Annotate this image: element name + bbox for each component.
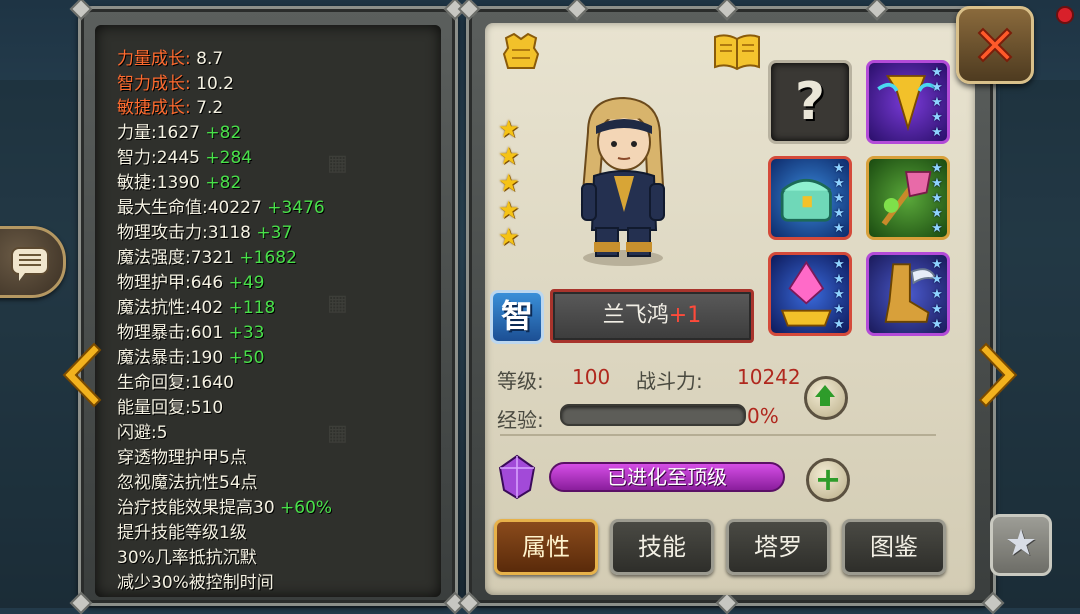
item-stars: ★ ★ ★ ★ ★: [833, 257, 845, 332]
stat-row: 闪避:5: [117, 422, 168, 443]
equipment-slot-empty[interactable]: ?: [768, 60, 852, 144]
item-stars: ★ ★ ★ ★ ★: [833, 161, 845, 236]
stat-row: 敏捷:1390 +82: [117, 172, 242, 193]
tab-tarot[interactable]: 塔罗: [726, 519, 830, 575]
item-stars: ★ ★ ★ ★ ★: [931, 65, 943, 140]
book-icon[interactable]: [712, 33, 762, 71]
close-button[interactable]: [956, 6, 1034, 84]
effect-row: 30%几率抵抗沉默: [117, 547, 257, 568]
effect-row: 穿透物理护甲5点: [117, 447, 247, 468]
growth-row: 力量成长: 8.7: [117, 49, 224, 69]
stat-row: 物理暴击:601 +33: [117, 322, 265, 343]
star-icon: ★: [1004, 523, 1038, 564]
star-icon: ★: [498, 115, 520, 143]
exp-bar: [560, 404, 746, 426]
tab-attributes[interactable]: 属性: [494, 519, 598, 575]
plus-icon: +: [814, 460, 842, 498]
notification-dot: [1056, 6, 1074, 24]
hero-star-rating: ★ ★ ★ ★ ★: [498, 116, 524, 251]
equipment-slot-golden-staff[interactable]: ★ ★ ★ ★ ★: [866, 60, 950, 144]
stat-row: 智力:2445 +284: [117, 147, 253, 168]
stat-row: 魔法强度:7321 +1682: [117, 247, 297, 268]
effect-row: 忽视魔法抗性54点: [117, 472, 258, 493]
stats-scroll-area[interactable]: ▦ ▦ ▦ 力量成长: 8.7 智力成长: 10.2 敏捷成长: 7.2 力量:…: [95, 25, 441, 597]
growth-row: 智力成长: 10.2: [117, 73, 234, 94]
effect-row: 提升技能等级1级: [117, 522, 247, 543]
exp-label: 经验:: [497, 408, 544, 432]
star-button[interactable]: ★: [990, 514, 1052, 576]
star-icon: ★: [498, 142, 520, 170]
stat-row: 魔法抗性:402 +118: [117, 297, 276, 318]
stat-row: 物理攻击力:3118 +37: [117, 222, 293, 243]
purple-gem-icon: [498, 454, 536, 500]
hero-type-badge: 智: [490, 290, 544, 344]
item-stars: ★ ★ ★ ★ ★: [931, 161, 943, 236]
stats-list: 力量成长: 8.7 智力成长: 10.2 敏捷成长: 7.2 力量:1627 +…: [117, 47, 332, 596]
stats-panel: ▦ ▦ ▦ 力量成长: 8.7 智力成长: 10.2 敏捷成长: 7.2 力量:…: [69, 0, 467, 614]
equipment-slot-emerald-scepter[interactable]: ★ ★ ★ ★ ★: [866, 156, 950, 240]
tab-skills[interactable]: 技能: [610, 519, 714, 575]
divider: [500, 434, 936, 436]
arrow-right-icon[interactable]: [978, 340, 1026, 410]
growth-row: 敏捷成长: 7.2: [117, 98, 224, 118]
hero-name: 兰飞鸿: [602, 303, 669, 328]
power-value: 10242: [737, 365, 801, 389]
stat-row: 能量回复:510: [117, 397, 224, 418]
equipment-slot-winged-boots[interactable]: ★ ★ ★ ★ ★: [866, 252, 950, 336]
stat-row: 力量:1627 +82: [117, 122, 242, 143]
stat-row: 最大生命值:40227 +3476: [117, 197, 325, 218]
hero-name-plate: 兰飞鸿+1: [550, 289, 754, 343]
hero-portrait[interactable]: [568, 92, 678, 270]
hero-rank-plus: +1: [668, 303, 702, 328]
close-x-icon: [977, 27, 1013, 63]
effect-row: 减少30%被控制时间: [117, 572, 274, 593]
stat-row: 生命回复:1640: [117, 372, 234, 393]
level-value: 100: [572, 365, 611, 389]
evolve-status-bar: 已进化至顶级: [549, 462, 785, 492]
tab-codex[interactable]: 图鉴: [842, 519, 946, 575]
question-mark-icon: ?: [794, 72, 826, 132]
exp-percent: 0%: [747, 404, 779, 428]
armor-icon[interactable]: [500, 30, 542, 72]
level-label: 等级:: [497, 369, 544, 393]
arrow-left-icon[interactable]: [54, 340, 102, 410]
star-icon: ★: [498, 169, 520, 197]
chat-button[interactable]: [0, 226, 66, 298]
star-icon: ★: [498, 223, 520, 251]
equipment-slot-crystal-crown[interactable]: ★ ★ ★ ★ ★: [768, 252, 852, 336]
star-icon: ★: [498, 196, 520, 224]
chat-bubble-icon: [11, 247, 49, 281]
equipment-slot-jade-chest[interactable]: ★ ★ ★ ★ ★: [768, 156, 852, 240]
evolve-plus-button[interactable]: +: [806, 458, 850, 502]
power-label: 战斗力:: [636, 369, 703, 393]
effect-row: 治疗技能效果提高30 +60%: [117, 497, 333, 518]
level-up-button[interactable]: [804, 376, 848, 420]
stat-row: 魔法暴击:190 +50: [117, 347, 265, 368]
stat-row: 物理护甲:646 +49: [117, 272, 265, 293]
item-stars: ★ ★ ★ ★ ★: [931, 257, 943, 332]
